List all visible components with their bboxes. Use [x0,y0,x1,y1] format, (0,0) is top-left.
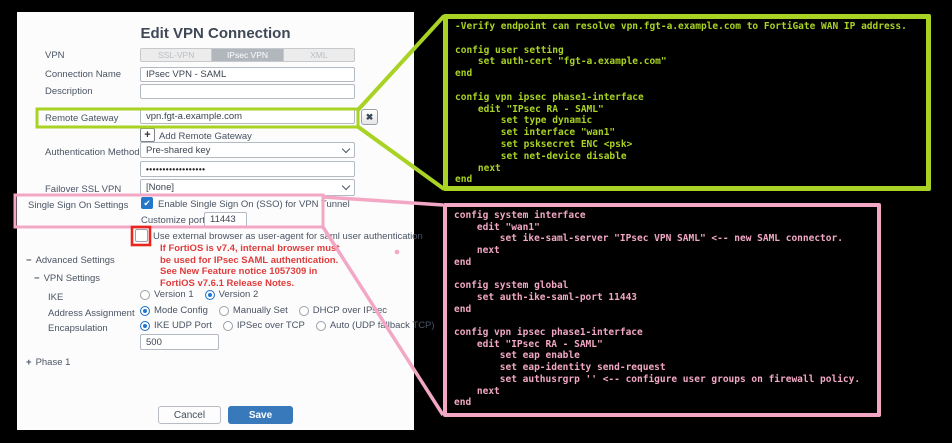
failover-ssl-vpn-select[interactable]: [None] [140,179,355,196]
add-gateway-button[interactable]: + [140,128,155,142]
encapsulation-label: Encapsulation [48,323,108,334]
connection-name-label: Connection Name [45,69,122,80]
cancel-button[interactable]: Cancel [158,406,221,424]
radio-version-2-label[interactable]: Version 2 [219,289,259,300]
radio-mode-config-label[interactable]: Mode Config [154,305,208,316]
enable-sso-checkbox[interactable]: ✔ [141,197,153,209]
chevron-down-icon [341,181,351,191]
radio-ipsec-over-tcp[interactable] [222,320,233,331]
phase1-toggle[interactable]: + Phase 1 [26,357,70,368]
tab-xml[interactable]: XML [283,49,354,61]
authentication-method-label: Authentication Method [45,147,140,158]
vpn-settings-label: VPN Settings [43,273,101,284]
collapse-icon: − [26,255,32,266]
radio-dhcp-over-ipsec-label[interactable]: DHCP over IPsec [313,305,387,316]
radio-manually-set[interactable] [218,305,229,316]
radio-ike-udp-port-label[interactable]: IKE UDP Port [154,320,212,331]
phase1-label: Phase 1 [35,357,71,368]
address-assignment-radio-group: Mode Config Manually Set DHCP over IPsec [140,305,398,316]
sso-settings-label: Single Sign On Settings [28,200,129,211]
radio-version-2[interactable] [204,289,215,300]
preshared-key-input[interactable]: •••••••••••••••••• [140,161,355,177]
enable-sso-label: Enable Single Sign On (SSO) for VPN Tunn… [158,199,350,210]
vpn-type-tabs: SSL-VPN IPsec VPN XML [140,48,355,62]
radio-dhcp-over-ipsec[interactable] [298,305,309,316]
advanced-settings-label: Advanced Settings [35,255,115,266]
ike-label: IKE [48,292,64,303]
radio-manually-set-label[interactable]: Manually Set [233,305,288,316]
failover-ssl-vpn-value: [None] [146,182,174,193]
external-browser-label: Use external browser as user-agent for s… [153,231,423,242]
radio-version-1-label[interactable]: Version 1 [154,289,194,300]
ike-radio-group: Version 1 Version 2 [140,289,269,300]
tab-ssl-vpn[interactable]: SSL-VPN [141,49,213,61]
remove-gateway-button[interactable]: ✖ [361,109,378,125]
authentication-method-value: Pre-shared key [146,144,211,156]
expand-icon: + [26,357,32,368]
remote-gateway-cli-callout: -Verify endpoint can resolve vpn.fgt-a.e… [443,14,931,191]
address-assignment-label: Address Assignment [48,308,135,319]
chevron-down-icon [341,144,351,153]
connection-name-input[interactable]: IPsec VPN - SAML [140,67,355,82]
radio-ipsec-over-tcp-label[interactable]: IPSec over TCP [237,320,305,331]
customize-port-label: Customize port [141,215,205,226]
remove-icon: ✖ [365,111,374,122]
radio-mode-config[interactable] [140,305,150,316]
advanced-settings-toggle[interactable]: − Advanced Settings [26,255,115,266]
authentication-method-select[interactable]: Pre-shared key [140,142,355,158]
collapse-icon: − [34,273,40,284]
failover-ssl-vpn-label: Failover SSL VPN [45,184,122,195]
add-icon: + [144,129,151,141]
description-input[interactable] [140,84,355,99]
external-browser-checkbox[interactable] [135,229,148,242]
radio-version-1[interactable] [140,289,150,300]
remote-gateway-input[interactable]: vpn.fgt-a.example.com [140,108,355,124]
fortios-warning-text: If FortiOS is v7.4, internal browser mus… [160,243,340,289]
radio-auto-udp-fallback-label[interactable]: Auto (UDP fallback TCP) [330,320,435,331]
check-icon: ✔ [143,197,151,208]
remote-gateway-label: Remote Gateway [45,113,119,124]
encapsulation-radio-group: IKE UDP Port IPSec over TCP Auto (UDP fa… [140,320,435,331]
dialog-title: Edit VPN Connection [140,25,291,42]
vpn-label: VPN [45,50,65,61]
radio-auto-udp-fallback[interactable] [315,320,326,331]
edit-vpn-connection-dialog: Edit VPN Connection VPN SSL-VPN IPsec VP… [17,12,435,430]
tab-ipsec-vpn[interactable]: IPsec VPN [212,49,284,61]
vpn-settings-toggle[interactable]: − VPN Settings [34,273,100,284]
save-button[interactable]: Save [228,406,293,424]
radio-ike-udp-port[interactable] [140,320,150,331]
saml-cli-callout: config system interface edit "wan1" set … [443,203,881,417]
add-remote-gateway-label[interactable]: Add Remote Gateway [159,131,252,142]
customize-port-input[interactable]: 11443 [204,212,247,227]
udp-port-input[interactable]: 500 [140,334,219,350]
description-label: Description [45,86,93,97]
